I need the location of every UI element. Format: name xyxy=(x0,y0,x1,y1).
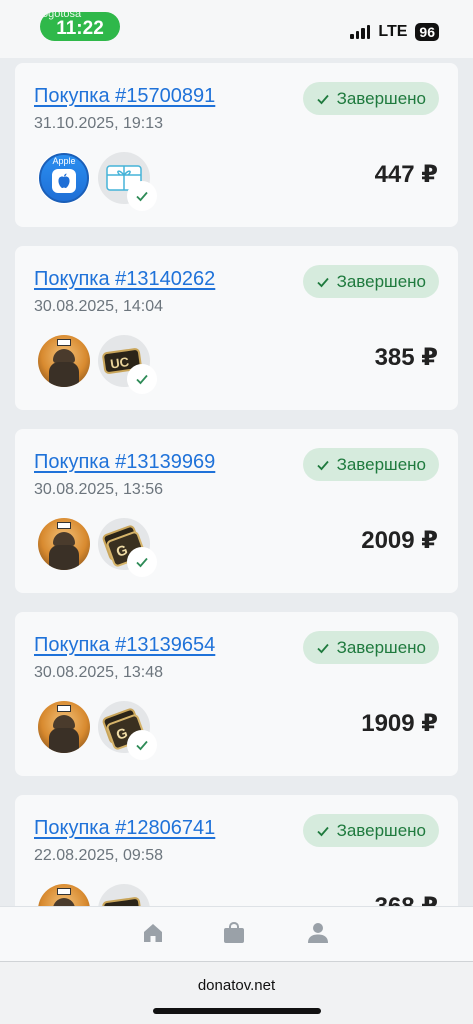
status-label: Завершено xyxy=(336,637,426,657)
order-link[interactable]: Покупка #12806741 xyxy=(34,817,215,840)
delivered-check-icon xyxy=(127,181,157,211)
svg-text:UC: UC xyxy=(109,354,130,372)
status-badge: Завершено xyxy=(302,814,439,847)
shopping-bag-icon[interactable] xyxy=(222,921,246,945)
order-link[interactable]: Покупка #15700891 xyxy=(34,85,215,108)
order-price: 2009 ₽ xyxy=(361,527,438,554)
pubg-mobile-icon xyxy=(38,518,90,570)
status-badge: Завершено xyxy=(302,82,439,115)
apple-logo-icon xyxy=(58,173,70,188)
check-icon xyxy=(316,277,329,287)
status-label: Завершено xyxy=(336,271,426,291)
delivered-check-icon xyxy=(127,547,157,577)
order-card: Покупка #12806741 22.08.2025, 09:58 Заве… xyxy=(15,795,458,906)
status-label: Завершено xyxy=(336,88,426,108)
status-badge: Завершено xyxy=(302,265,439,298)
carrier-label: ogotosa xyxy=(42,12,82,20)
order-card: Покупка #13139969 30.08.2025, 13:56 Заве… xyxy=(15,429,458,593)
check-icon xyxy=(316,643,329,653)
order-card: Покупка #15700891 31.10.2025, 19:13 Заве… xyxy=(15,63,458,227)
check-icon xyxy=(316,826,329,836)
pubg-mobile-icon xyxy=(38,884,90,906)
battery-indicator: 96 xyxy=(415,23,439,41)
delivered-check-icon xyxy=(127,730,157,760)
status-label: Завершено xyxy=(336,454,426,474)
app-icon-label: Apple xyxy=(52,156,76,166)
order-card: Покупка #13139654 30.08.2025, 13:48 Заве… xyxy=(15,612,458,776)
check-icon xyxy=(316,460,329,470)
pubg-mobile-icon xyxy=(38,701,90,753)
status-label: Завершено xyxy=(336,820,426,840)
uc-currency-icon xyxy=(98,884,150,906)
home-icon[interactable] xyxy=(141,921,165,945)
user-icon[interactable] xyxy=(306,921,330,945)
order-date: 30.08.2025, 13:56 xyxy=(34,481,164,498)
order-date: 31.10.2025, 19:13 xyxy=(34,115,164,132)
order-link[interactable]: Покупка #13139969 xyxy=(34,451,215,474)
order-price: 385 ₽ xyxy=(374,344,438,371)
order-card: Покупка #13140262 30.08.2025, 14:04 Заве… xyxy=(15,246,458,410)
order-price: 368 ₽ xyxy=(375,892,438,906)
browser-bar: donatov.net xyxy=(0,961,473,1024)
order-link[interactable]: Покупка #13139654 xyxy=(34,634,215,657)
pubg-mobile-icon xyxy=(38,335,90,387)
network-type: LTE xyxy=(378,23,408,40)
bottom-nav xyxy=(0,906,473,961)
address-bar[interactable]: donatov.net xyxy=(0,977,473,994)
check-icon xyxy=(316,94,329,104)
status-bar: ogotosa 11:22 LTE 96 xyxy=(0,0,473,58)
clock-time: 11:22 xyxy=(56,17,104,39)
time-pill[interactable]: ogotosa 11:22 xyxy=(40,12,120,41)
order-date: 22.08.2025, 09:58 xyxy=(34,847,164,864)
order-date: 30.08.2025, 13:48 xyxy=(34,664,164,681)
apple-app-icon: Apple xyxy=(38,152,90,204)
order-date: 30.08.2025, 14:04 xyxy=(34,298,164,315)
signal-bars-icon xyxy=(350,25,371,39)
status-badge: Завершено xyxy=(302,631,439,664)
delivered-check-icon xyxy=(127,364,157,394)
order-price: 447 ₽ xyxy=(374,161,438,188)
home-indicator[interactable] xyxy=(153,1008,321,1014)
order-price: 1909 ₽ xyxy=(361,710,438,737)
status-badge: Завершено xyxy=(302,448,439,481)
orders-list[interactable]: Покупка #15700891 31.10.2025, 19:13 Заве… xyxy=(0,58,473,906)
order-link[interactable]: Покупка #13140262 xyxy=(34,268,215,291)
